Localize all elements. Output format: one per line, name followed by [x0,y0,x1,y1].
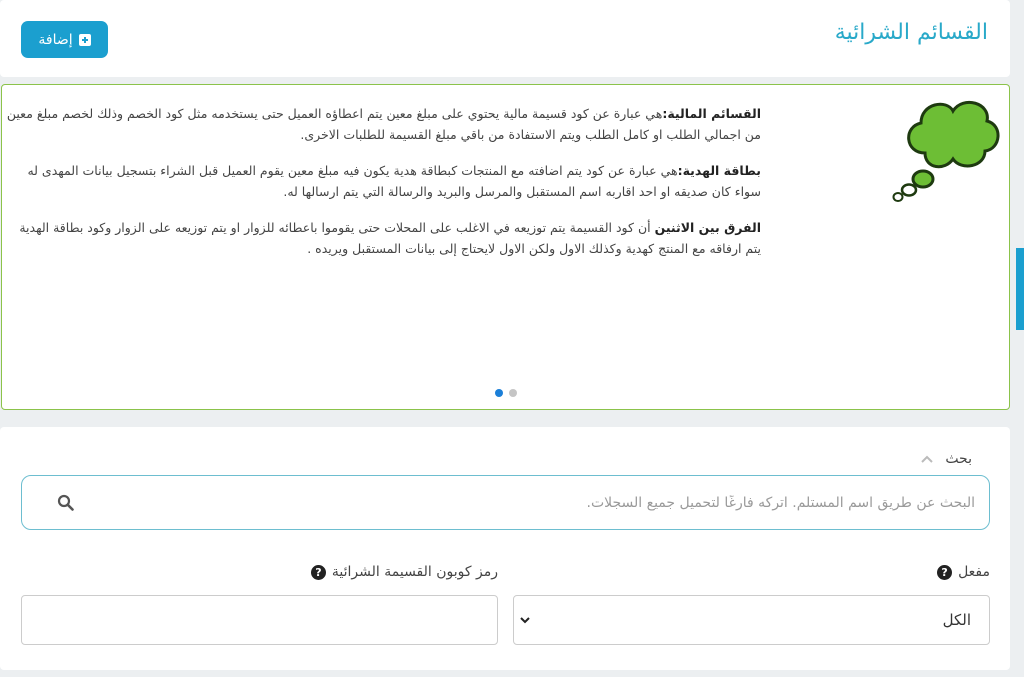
info-term: الفرق بين الاثنين [654,220,761,235]
info-term: القسائم المالية: [662,106,761,121]
plus-square-icon [78,33,91,46]
info-text: القسائم المالية:هي عبارة عن كود قسيمة ما… [1,103,761,274]
info-description: هي عبارة عن كود يتم اضافته مع المنتجات ك… [27,163,761,199]
info-term: بطاقة الهدية: [677,163,761,178]
filter-panel: بحث مفعل ? الكل رمز كوبون القسيمة الشرائ… [0,427,1010,670]
info-description: أن كود القسيمة يتم توزيعه في الاغلب على … [19,220,761,256]
search-input[interactable] [115,476,975,529]
info-carousel: القسائم المالية:هي عبارة عن كود قسيمة ما… [1,84,1010,410]
info-paragraph-difference: الفرق بين الاثنين أن كود القسيمة يتم توز… [1,217,761,259]
search-box [21,475,990,530]
coupon-code-input[interactable] [21,595,498,645]
info-paragraph-financial: القسائم المالية:هي عبارة عن كود قسيمة ما… [1,103,761,145]
carousel-dot-2[interactable] [509,389,517,397]
active-label-text: مفعل [958,564,990,580]
coupon-label: رمز كوبون القسيمة الشرائية ? [310,564,498,580]
search-icon[interactable] [57,494,75,512]
page-header: القسائم الشرائية إضافة [0,0,1010,77]
carousel-indicators [495,389,517,397]
search-toggle[interactable]: بحث [919,451,972,467]
active-label: مفعل ? [937,564,990,580]
thought-cloud-icon [892,100,1000,202]
active-select-value: الكل [942,611,971,629]
coupon-label-text: رمز كوبون القسيمة الشرائية [331,564,498,580]
carousel-dot-1[interactable] [495,389,503,397]
question-circle-icon[interactable]: ? [937,564,953,580]
add-button-label: إضافة [38,31,73,48]
add-button[interactable]: إضافة [21,21,108,58]
active-select[interactable]: الكل [513,595,990,645]
search-toggle-label: بحث [945,451,972,467]
info-paragraph-gift-card: بطاقة الهدية:هي عبارة عن كود يتم اضافته … [1,160,761,202]
chevron-down-icon [520,617,530,624]
side-scroll-tab[interactable] [1016,248,1024,330]
page-title: القسائم الشرائية [834,20,988,45]
chevron-up-icon [921,455,934,463]
question-circle-icon[interactable]: ? [310,564,326,580]
info-description: هي عبارة عن كود قسيمة مالية يحتوي على مب… [6,106,761,142]
